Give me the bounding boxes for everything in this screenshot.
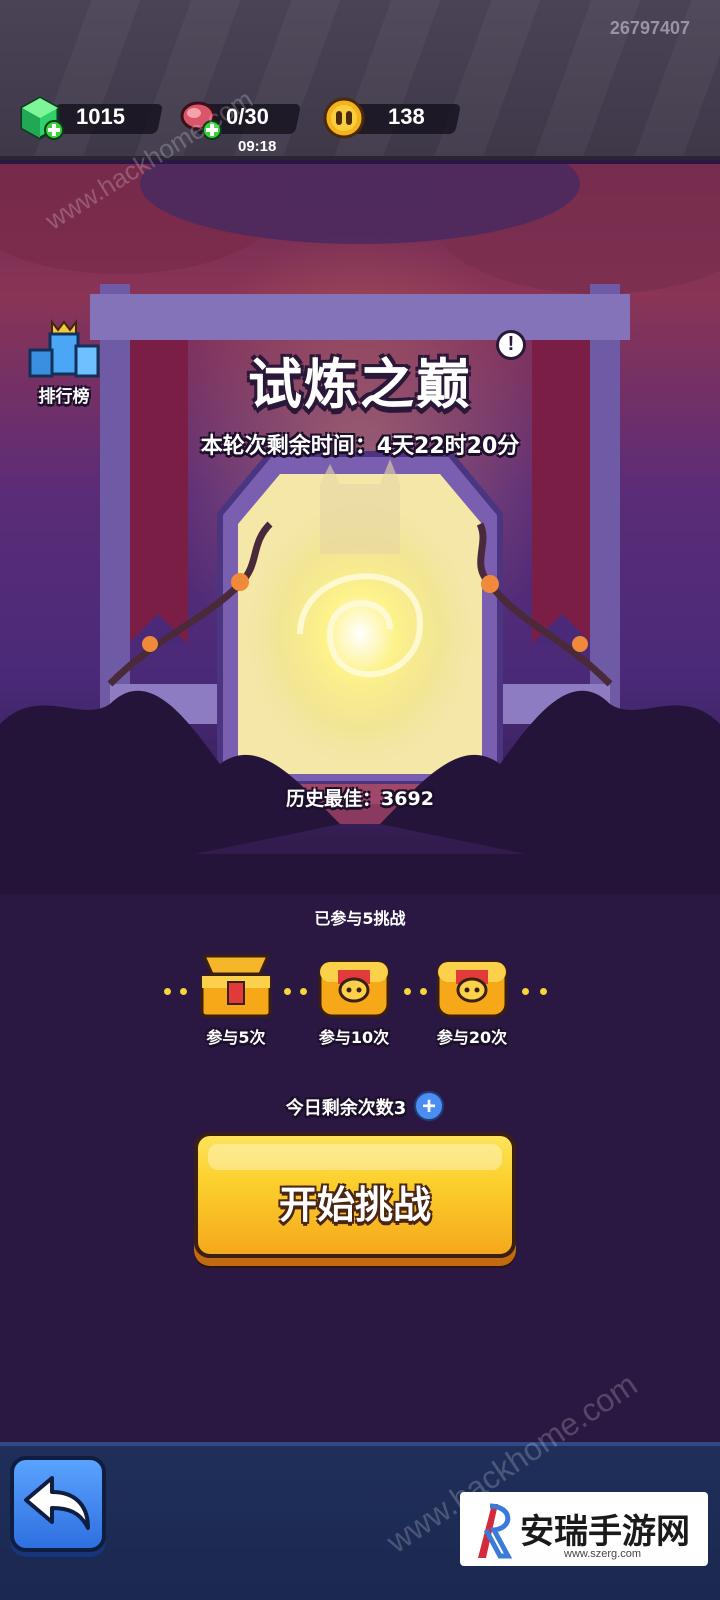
- reward-chest-locked-icon[interactable]: [432, 948, 512, 1028]
- gem-value: 1015: [76, 104, 125, 129]
- chest-label-10: 参与10次: [318, 1028, 390, 1047]
- start-challenge-button[interactable]: 开始挑战: [194, 1132, 516, 1258]
- remaining-attempts-text: 今日剩余次数3: [285, 1098, 407, 1119]
- stamina-timer: 09:18: [238, 138, 277, 155]
- back-button[interactable]: [10, 1456, 106, 1552]
- player-id: 26797407: [609, 18, 690, 38]
- reward-chest-row: 参与5次 参与10次 参与20次: [0, 948, 720, 1058]
- site-logo: 安瑞手游网 www.szerg.com: [460, 1492, 708, 1566]
- chest-label-20: 参与20次: [436, 1028, 508, 1047]
- info-button[interactable]: !: [496, 330, 526, 360]
- reward-chest-locked-icon[interactable]: [314, 948, 394, 1028]
- start-challenge-label: 开始挑战: [278, 1183, 431, 1227]
- best-score: 历史最佳：3692: [286, 788, 434, 810]
- back-arrow-icon: [24, 1476, 90, 1530]
- site-logo-icon: [478, 1503, 513, 1559]
- site-name: 安瑞手游网: [520, 1512, 690, 1552]
- site-url: www.szerg.com: [564, 1548, 642, 1560]
- trial-title: 试炼之巅: [248, 353, 472, 416]
- joined-challenges-text: 已参与5挑战: [314, 909, 406, 928]
- coin-value: 138: [388, 104, 425, 129]
- chest-label-5: 参与5次: [206, 1028, 266, 1047]
- coin-icon[interactable]: [322, 96, 366, 140]
- add-attempts-button[interactable]: +: [414, 1091, 444, 1121]
- reward-chest-opened-icon[interactable]: [196, 948, 276, 1028]
- round-remaining-time: 本轮次剩余时间：4天22时20分: [200, 434, 520, 459]
- green-gem-icon[interactable]: [18, 96, 64, 142]
